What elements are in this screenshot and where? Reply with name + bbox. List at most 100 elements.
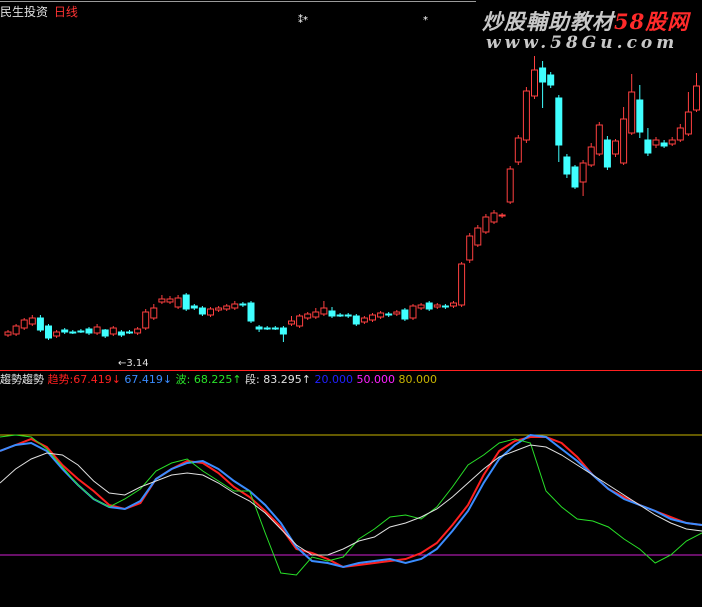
candle: [166, 296, 174, 304]
candle-body: [514, 137, 522, 163]
candle: [660, 140, 668, 148]
candle-body: [101, 329, 109, 337]
candle-body: [28, 317, 36, 325]
candle: [231, 301, 239, 310]
candle: [498, 213, 506, 218]
candle-body: [668, 139, 676, 145]
candle: [636, 85, 644, 138]
indicator-value-1: 67.419↓: [73, 373, 121, 386]
stock-name: 民生投资: [0, 5, 49, 19]
candle: [385, 312, 393, 317]
candle-body: [117, 331, 125, 336]
candle: [61, 328, 69, 334]
candle-body: [45, 325, 52, 339]
candle-body: [109, 327, 117, 335]
candle: [587, 143, 595, 167]
candle: [417, 303, 425, 310]
candle: [360, 316, 368, 324]
indicator-name: 趨勢趨勢: [0, 373, 44, 386]
indicator-value-0: 趋势:: [47, 373, 74, 386]
chart-header: 民生投资 日线: [0, 3, 78, 20]
candle-body: [174, 297, 182, 308]
candle-body: [360, 317, 368, 323]
candle-body: [506, 168, 514, 203]
candle: [336, 313, 344, 317]
candle: [320, 301, 328, 316]
candle: [215, 306, 223, 312]
candle-body: [182, 294, 190, 310]
candle: [409, 304, 417, 320]
candle-body: [474, 227, 482, 246]
candle-body: [53, 331, 61, 337]
candle: [77, 329, 85, 333]
candle: [644, 128, 652, 156]
candle: [474, 225, 482, 247]
candle: [620, 107, 628, 165]
candle: [401, 308, 409, 321]
candle-body: [620, 118, 628, 164]
candle: [20, 318, 28, 330]
candle: [158, 295, 166, 304]
candle: [109, 326, 117, 336]
candle: [223, 304, 231, 311]
candle: [482, 214, 490, 234]
candle-body: [288, 320, 295, 325]
chart-window: ⁑* * 民生投资 日线 炒股輔助教材58股网 www.58Gu.com ←3.1…: [0, 0, 702, 607]
candle-body: [628, 91, 636, 134]
period-label[interactable]: 日线: [54, 5, 78, 19]
indicator-value-4: 68.225↑: [193, 373, 242, 386]
candle: [142, 309, 150, 330]
candle-body: [531, 69, 538, 97]
candle-body: [693, 85, 700, 111]
candle: [263, 326, 271, 330]
candle: [312, 308, 320, 319]
candle-body: [296, 315, 304, 327]
candle: [255, 325, 263, 332]
watermark-url: www.58Gu.com: [486, 33, 679, 53]
candle: [531, 56, 538, 99]
candle: [555, 95, 563, 162]
candle-body: [207, 308, 214, 316]
candle: [288, 316, 295, 326]
candle-body: [369, 314, 376, 321]
candle: [198, 306, 206, 316]
candle-body: [385, 313, 393, 316]
candle-body: [239, 303, 247, 306]
candle: [514, 135, 522, 165]
candle-body: [441, 305, 449, 308]
candle-body: [223, 305, 231, 310]
candle: [612, 139, 619, 157]
candle: [85, 327, 93, 335]
candle: [101, 329, 109, 338]
candle-body: [215, 307, 223, 311]
candle-body: [20, 319, 28, 329]
candle-body: [166, 298, 174, 303]
candle: [425, 301, 433, 311]
candle-body: [563, 156, 571, 175]
marker-star-1: ⁑*: [298, 13, 308, 26]
candle-body: [12, 325, 20, 335]
candle-body: [676, 127, 684, 141]
candle-body: [271, 327, 279, 330]
indicator-value-8: 50.000: [352, 373, 395, 386]
candle: [328, 307, 336, 318]
candle: [271, 326, 279, 330]
candle-body: [450, 302, 457, 307]
candle: [522, 87, 530, 143]
candle: [239, 302, 247, 307]
indicator-value-5: 段:: [241, 373, 264, 386]
candle-body: [263, 327, 271, 330]
candle-body: [393, 311, 401, 315]
candle-body: [344, 314, 352, 317]
candle-body: [61, 329, 69, 333]
indicator-value-6: 83.295↑: [263, 373, 311, 386]
candle-body: [660, 142, 668, 147]
candle: [150, 304, 158, 320]
candle-body: [328, 310, 336, 317]
candle-body: [320, 307, 328, 315]
candle: [12, 324, 20, 336]
candle-body: [77, 330, 85, 333]
candle-body: [458, 263, 466, 306]
candle-body: [425, 302, 433, 310]
candle: [53, 330, 61, 338]
